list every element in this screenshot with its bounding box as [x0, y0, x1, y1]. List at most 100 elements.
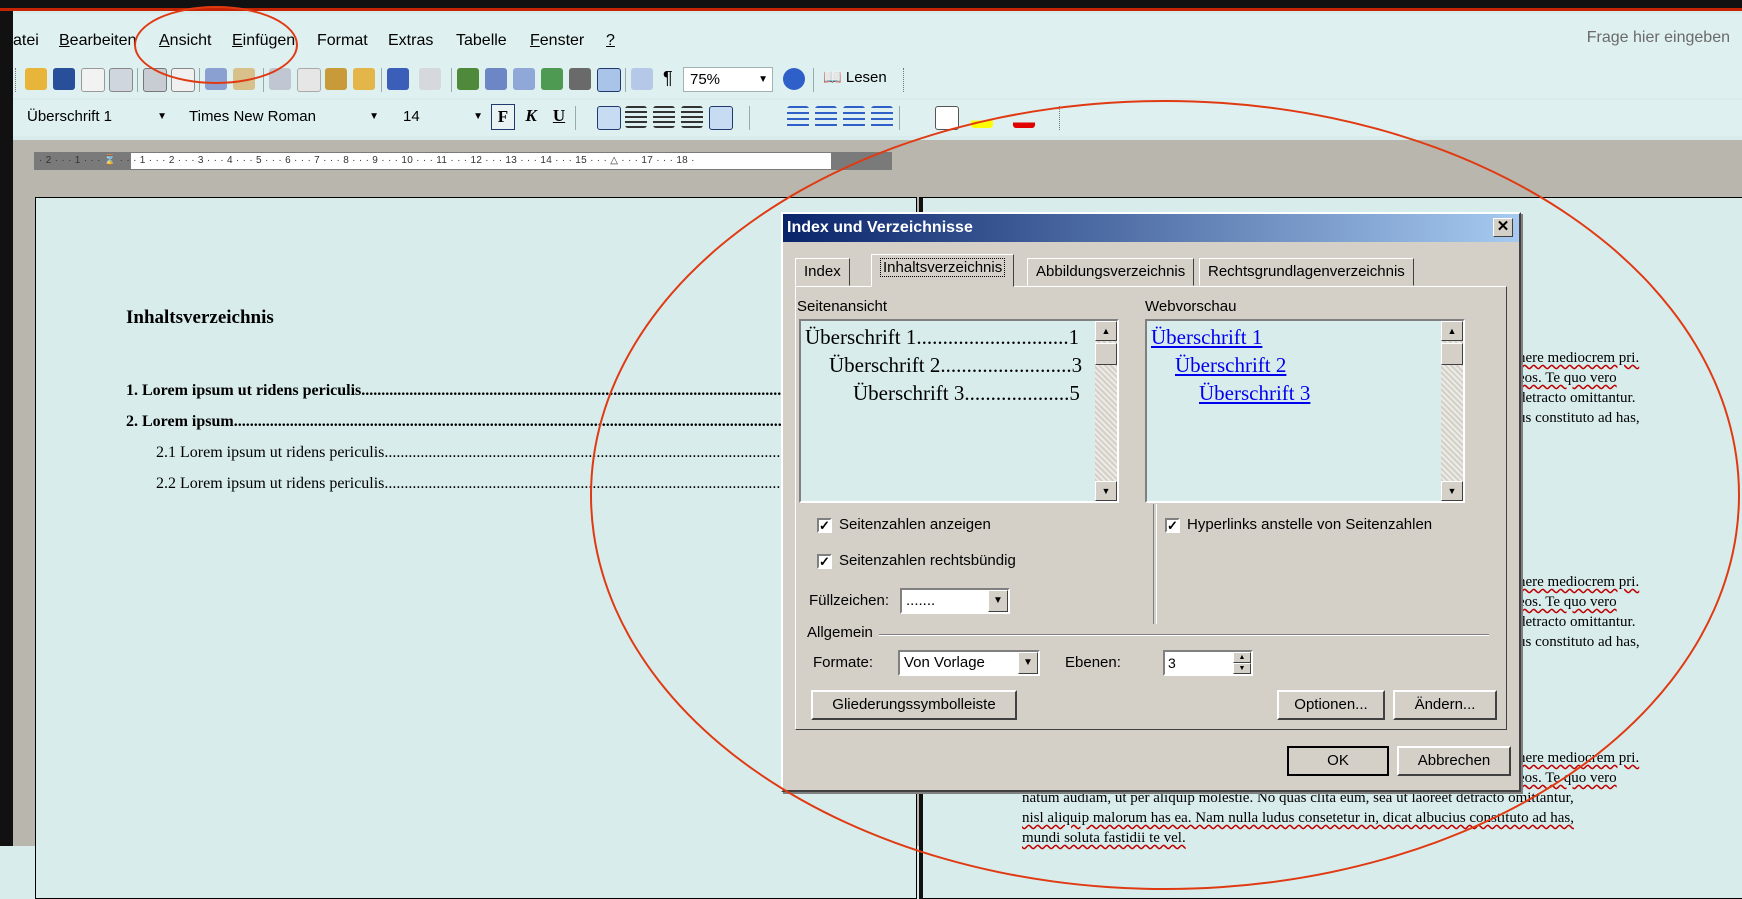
scroll-thumb[interactable]	[1095, 343, 1117, 365]
menu-ansicht[interactable]: Ansicht	[159, 32, 211, 50]
toc-entry[interactable]: 2.2 Lorem ipsum ut ridens periculis.....…	[156, 475, 786, 493]
justify-icon[interactable]	[681, 106, 703, 128]
line-spacing-icon[interactable]	[709, 106, 733, 130]
outline-toolbar-button[interactable]: Gliederungssymbolleiste	[811, 690, 1017, 720]
dialog-title-bar[interactable]: Index und Verzeichnisse	[783, 214, 1519, 242]
insert-table-icon[interactable]	[513, 68, 535, 90]
columns-icon[interactable]	[569, 68, 591, 90]
italic-button[interactable]: K	[519, 104, 543, 130]
align-center-icon[interactable]	[625, 106, 647, 128]
increase-indent-icon[interactable]	[871, 106, 893, 128]
menu-format[interactable]: Format	[317, 32, 368, 50]
research-icon[interactable]	[233, 68, 255, 90]
numbering-icon[interactable]	[787, 106, 809, 128]
menu-bearbeiten[interactable]: Bearbeiten	[59, 32, 136, 50]
read-mode-button[interactable]: 📖 Lesen	[823, 68, 887, 86]
tab-index[interactable]: Index	[795, 258, 850, 286]
tab-table-of-figures[interactable]: Abbildungsverzeichnis	[1027, 258, 1195, 286]
hyperlinks-label[interactable]: Hyperlinks anstelle von Seitenzahlen	[1187, 516, 1432, 533]
right-align-checkbox[interactable]: ✓	[817, 554, 832, 569]
menu-datei[interactable]: atei	[13, 32, 39, 50]
chevron-up-icon: ▲	[1447, 326, 1457, 336]
tab-table-of-authorities[interactable]: Rechtsgrundlagenverzeichnis	[1199, 258, 1414, 286]
levels-stepper[interactable]: 3 ▲ ▼	[1163, 650, 1253, 676]
print-icon[interactable]	[143, 68, 167, 92]
scroll-up-button[interactable]: ▲	[1095, 321, 1117, 341]
document-map-icon[interactable]	[631, 68, 653, 90]
menu-tabelle[interactable]: Tabelle	[456, 32, 507, 50]
font-size-combo[interactable]: 14 ▼	[397, 105, 487, 130]
hyperlink-icon[interactable]	[457, 68, 479, 90]
bold-button[interactable]: F	[491, 104, 515, 130]
show-page-numbers-checkbox[interactable]: ✓	[817, 518, 832, 533]
right-align-label[interactable]: Seitenzahlen rechtsbündig	[839, 552, 1016, 569]
zoom-combo[interactable]: 75% ▼	[683, 67, 773, 92]
preview-entry-page: 1	[1068, 325, 1080, 349]
save-icon[interactable]	[53, 68, 75, 90]
web-preview-link[interactable]: Überschrift 1	[1151, 325, 1262, 350]
insert-excel-icon[interactable]	[541, 68, 563, 90]
book-icon: 📖	[823, 69, 842, 86]
menu-extras[interactable]: Extras	[388, 32, 433, 50]
email-icon[interactable]	[109, 68, 133, 92]
scroll-up-button[interactable]: ▲	[1441, 321, 1463, 341]
modify-button[interactable]: Ändern...	[1393, 690, 1497, 720]
toolbar-grip[interactable]	[15, 68, 20, 92]
read-mode-label: Lesen	[845, 69, 887, 86]
chevron-up-icon[interactable]: ▲	[1233, 652, 1251, 663]
scroll-down-button[interactable]: ▼	[1095, 481, 1117, 501]
web-preview-link[interactable]: Überschrift 2	[1175, 353, 1286, 378]
highlight-icon[interactable]	[971, 106, 993, 128]
help-icon[interactable]	[783, 68, 805, 90]
paste-icon[interactable]	[325, 68, 347, 90]
decrease-indent-icon[interactable]	[843, 106, 865, 128]
menu-help[interactable]: ?	[606, 32, 615, 50]
scroll-down-button[interactable]: ▼	[1441, 481, 1463, 501]
border-icon[interactable]	[935, 106, 959, 130]
web-preview-scrollbar[interactable]: ▲ ▼	[1441, 321, 1463, 501]
toc-entry[interactable]: 2.1 Lorem ipsum ut ridens periculis.....…	[156, 444, 786, 462]
menu-fenster[interactable]: Fenster	[530, 32, 584, 50]
cancel-button[interactable]: Abbrechen	[1397, 746, 1511, 776]
bullets-icon[interactable]	[815, 106, 837, 128]
tab-table-of-contents[interactable]: Inhaltsverzeichnis	[871, 254, 1015, 287]
toc-entry[interactable]: 2. Lorem ipsum..........................…	[126, 413, 786, 431]
underline-button[interactable]: U	[547, 104, 571, 130]
permission-icon[interactable]	[81, 68, 105, 92]
font-color-icon[interactable]	[1013, 106, 1035, 128]
copy-icon[interactable]	[297, 68, 321, 92]
font-combo[interactable]: Times New Roman ▼	[183, 105, 383, 130]
horizontal-ruler[interactable]: · 2 · · · 1 · · · ⌛ · · · 1 · · · 2 · · …	[34, 152, 892, 170]
tab-leader-select[interactable]: ....... ▼	[900, 588, 1010, 614]
show-formatting-icon[interactable]: ¶	[663, 68, 673, 89]
chevron-down-icon[interactable]: ▼	[1233, 663, 1251, 674]
spelling-icon[interactable]	[205, 68, 227, 90]
show-page-numbers-label[interactable]: Seitenzahlen anzeigen	[839, 516, 991, 533]
menu-einfuegen[interactable]: Einfügen	[232, 32, 295, 50]
style-combo[interactable]: Überschrift 1 ▼	[21, 105, 171, 130]
print-preview-icon[interactable]	[171, 68, 195, 92]
align-left-icon[interactable]	[597, 106, 621, 130]
print-preview-entry: Überschrift 3....................5	[853, 381, 1080, 406]
drawing-icon[interactable]	[597, 68, 621, 92]
close-button[interactable]: ✕	[1493, 218, 1513, 237]
tables-borders-icon[interactable]	[485, 68, 507, 90]
toc-entry[interactable]: 1. Lorem ipsum ut ridens periculis......…	[126, 382, 786, 400]
web-preview-label: Webvorschau	[1145, 298, 1237, 315]
web-preview-link[interactable]: Überschrift 3	[1199, 381, 1310, 406]
cut-icon[interactable]	[269, 68, 291, 90]
open-folder-icon[interactable]	[25, 68, 47, 90]
undo-icon[interactable]	[387, 68, 409, 90]
hyperlinks-checkbox[interactable]: ✓	[1165, 518, 1180, 533]
ok-button[interactable]: OK	[1287, 746, 1389, 776]
toolbar-options-grip[interactable]	[903, 68, 908, 92]
options-button[interactable]: Optionen...	[1277, 690, 1385, 720]
print-preview-scrollbar[interactable]: ▲ ▼	[1095, 321, 1117, 501]
scroll-thumb[interactable]	[1441, 343, 1463, 365]
help-search-input[interactable]: Frage hier eingeben	[1587, 29, 1730, 47]
formats-select[interactable]: Von Vorlage ▼	[898, 650, 1040, 676]
align-right-icon[interactable]	[653, 106, 675, 128]
redo-icon[interactable]	[419, 68, 441, 90]
toolbar-options-grip[interactable]	[1059, 106, 1064, 130]
format-painter-icon[interactable]	[353, 68, 375, 90]
